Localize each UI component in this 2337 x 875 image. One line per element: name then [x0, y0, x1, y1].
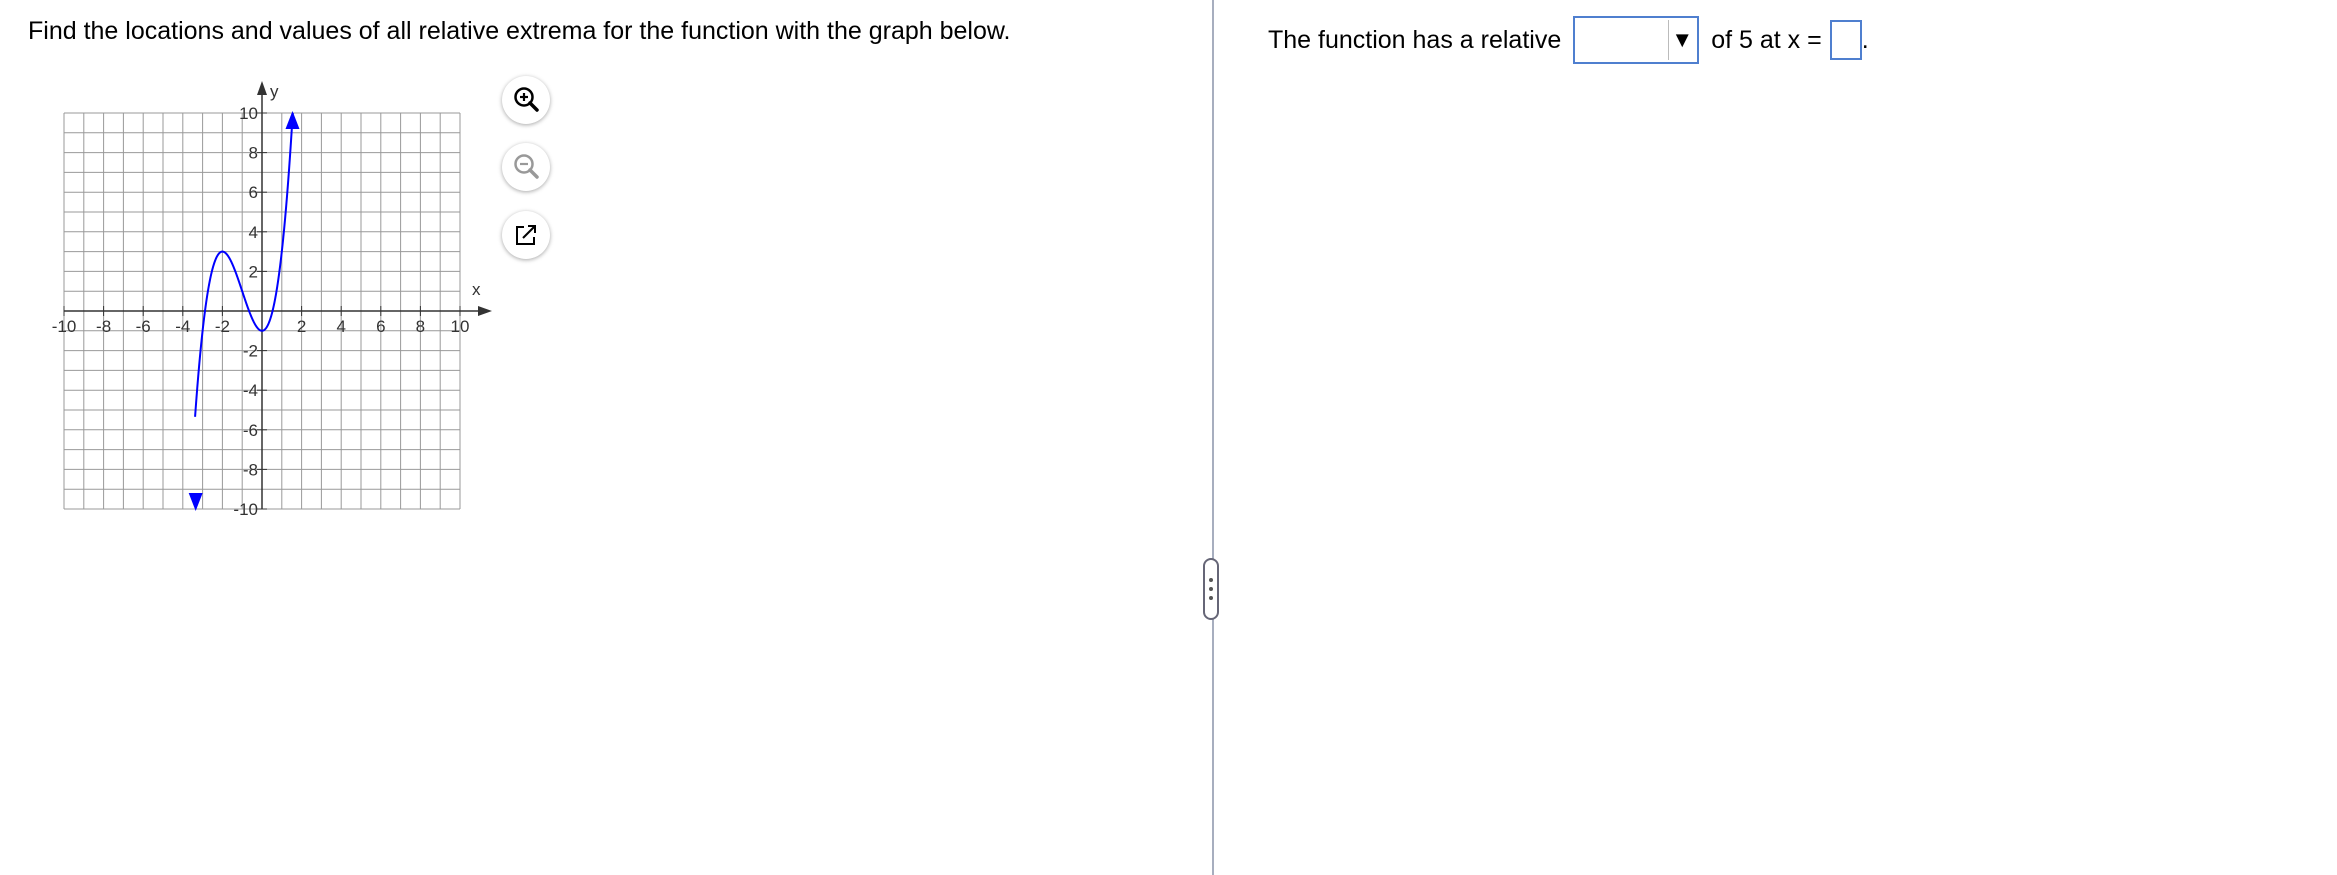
x-tick-label: 2 [297, 317, 306, 336]
handle-dot [1209, 596, 1213, 600]
y-tick-label: 8 [249, 144, 258, 163]
dropdown-arrow-icon: ▼ [1668, 20, 1695, 60]
x-tick-label: -4 [175, 317, 190, 336]
y-axis-label: y [270, 82, 279, 101]
zoom-out-icon [514, 154, 539, 179]
x-tick-label: -6 [136, 317, 151, 336]
popout-button[interactable] [502, 211, 550, 259]
x-value-input[interactable] [1829, 20, 1862, 60]
x-axis-arrow [478, 306, 492, 316]
x-tick-label: 8 [416, 317, 425, 336]
x-axis-label: x [472, 280, 481, 299]
x-tick-label: -10 [52, 317, 77, 336]
x-tick-label: -8 [96, 317, 111, 336]
handle-dot [1209, 578, 1213, 582]
handle-dot [1209, 587, 1213, 591]
graph-canvas: x y -10 -8 -6 -4 -2 2 4 6 8 10 10 8 6 4 2 -2 -4 -6 -8 -10 [52, 81, 492, 519]
function-graph: x y -10 -8 -6 -4 -2 2 4 6 8 10 10 8 6 4 2 -2 -4 -6 -8 -10 [40, 75, 510, 519]
answer-prefix: The function has a relative [1268, 25, 1562, 54]
y-tick-label: 10 [239, 104, 258, 123]
extrema-type-dropdown[interactable]: ▼ [1573, 16, 1700, 64]
answer-row: The function has a relative ▼ of 5 at x … [1268, 14, 1869, 66]
curve-arrow-down [188, 493, 203, 511]
x-tick-label: 4 [336, 317, 345, 336]
y-tick-label: -4 [243, 381, 258, 400]
y-axis-arrow [257, 81, 267, 95]
y-tick-label: -8 [243, 460, 258, 479]
x-tick-label: 6 [376, 317, 385, 336]
y-tick-label: -2 [243, 342, 258, 361]
answer-suffix: . [1861, 25, 1869, 54]
pane-divider [1212, 0, 1214, 875]
zoom-in-icon [514, 87, 539, 112]
y-tick-label: -6 [243, 421, 258, 440]
function-curve [194, 112, 294, 417]
x-tick-label: 10 [451, 317, 470, 336]
zoom-out-button[interactable] [502, 143, 550, 191]
y-tick-label: -10 [233, 500, 258, 515]
y-tick-label: 4 [249, 223, 258, 242]
pane-splitter-handle[interactable] [1203, 558, 1219, 620]
question-text: Find the locations and values of all rel… [28, 17, 1011, 45]
curve-arrow-up [285, 111, 300, 129]
popout-icon [516, 225, 536, 245]
zoom-in-button[interactable] [502, 76, 550, 124]
x-tick-label: -2 [215, 317, 230, 336]
answer-middle: of 5 at x = [1711, 25, 1822, 54]
y-tick-label: 6 [249, 183, 258, 202]
y-tick-label: 2 [249, 262, 258, 281]
